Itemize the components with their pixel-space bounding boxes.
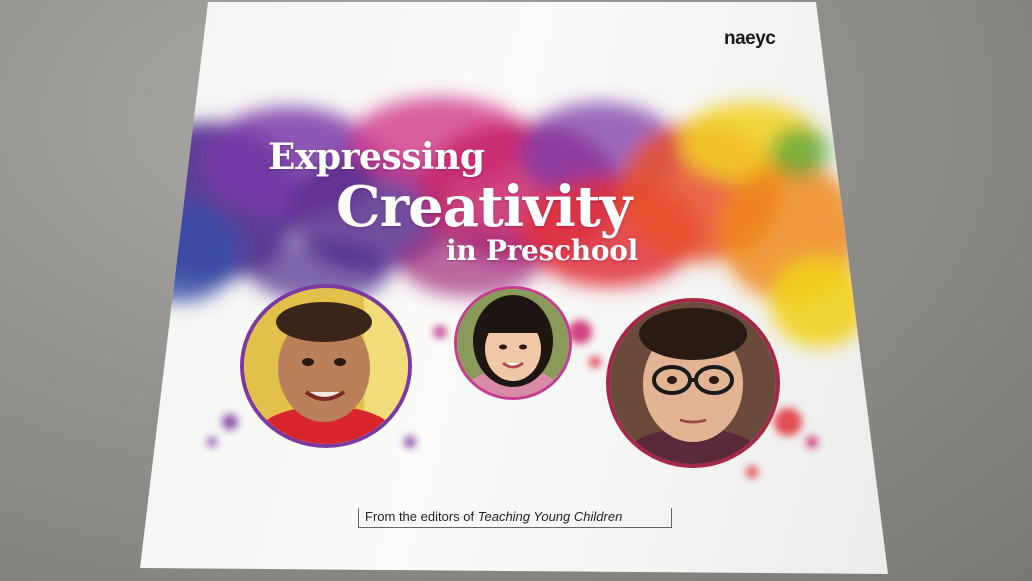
title-line-2: Creativity (336, 174, 632, 240)
book-cover: naeyc Expressing Creativity in Preschool (140, 2, 888, 574)
child-photo-girl (454, 286, 572, 400)
title-line-1: Expressing (268, 136, 485, 178)
book-title: Expressing Creativity in Preschool (140, 2, 888, 302)
title-line-3: in Preschool (446, 234, 638, 267)
child-photo-boy (240, 284, 412, 448)
tagline: From the editors of Teaching Young Child… (358, 508, 672, 528)
child-photo-boy-glasses (606, 298, 780, 468)
tagline-publication: Teaching Young Children (477, 509, 623, 524)
tagline-prefix: From the editors of (365, 509, 475, 524)
